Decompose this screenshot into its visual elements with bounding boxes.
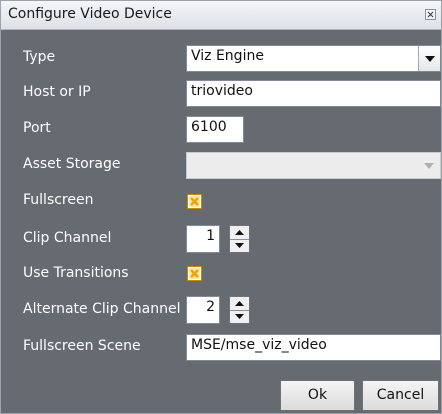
clip-channel-spinner[interactable] (229, 225, 250, 253)
fullscreen-label: Fullscreen (23, 192, 94, 208)
dropdown-button (418, 153, 440, 178)
arrow-up-icon (235, 230, 244, 235)
chevron-down-icon (424, 55, 435, 62)
alternate-clip-channel-spinner[interactable] (229, 296, 250, 324)
alternate-clip-channel-label: Alternate Clip Channel (23, 301, 181, 317)
window-title: Configure Video Device (8, 6, 172, 22)
dropdown-button[interactable] (418, 46, 440, 71)
configure-video-device-dialog: Configure Video Device Type Viz Engine H… (0, 0, 442, 414)
arrow-down-icon (235, 243, 244, 248)
host-input[interactable]: triovideo (186, 80, 441, 107)
fullscreen-checkbox[interactable] (187, 194, 202, 209)
arrow-up-icon (235, 301, 244, 306)
arrow-down-icon (235, 314, 244, 319)
decrement-button[interactable] (230, 239, 249, 252)
fullscreen-scene-input[interactable]: MSE/mse_viz_video (186, 334, 441, 361)
close-icon[interactable] (425, 9, 436, 20)
clip-channel-input[interactable]: 1 (186, 225, 220, 253)
port-input[interactable]: 6100 (186, 116, 244, 143)
alternate-clip-channel-input[interactable]: 2 (186, 296, 220, 324)
asset-storage-label: Asset Storage (23, 156, 121, 172)
port-label: Port (23, 120, 51, 136)
fullscreen-scene-label: Fullscreen Scene (23, 338, 141, 354)
chevron-down-icon (424, 162, 434, 169)
increment-button[interactable] (230, 297, 249, 311)
cancel-button[interactable]: Cancel (362, 380, 439, 411)
type-label: Type (23, 49, 56, 65)
decrement-button[interactable] (230, 310, 249, 323)
title-bar[interactable]: Configure Video Device (1, 1, 441, 30)
ok-button[interactable]: Ok (280, 380, 355, 411)
increment-button[interactable] (230, 226, 249, 240)
use-transitions-checkbox[interactable] (187, 266, 202, 281)
use-transitions-label: Use Transitions (23, 265, 129, 281)
checkmark-icon (189, 196, 200, 207)
type-dropdown[interactable]: Viz Engine (186, 45, 441, 72)
checkmark-icon (189, 268, 200, 279)
asset-storage-dropdown (186, 152, 441, 179)
type-value: Viz Engine (191, 48, 264, 64)
host-label: Host or IP (23, 84, 91, 100)
clip-channel-label: Clip Channel (23, 230, 112, 246)
